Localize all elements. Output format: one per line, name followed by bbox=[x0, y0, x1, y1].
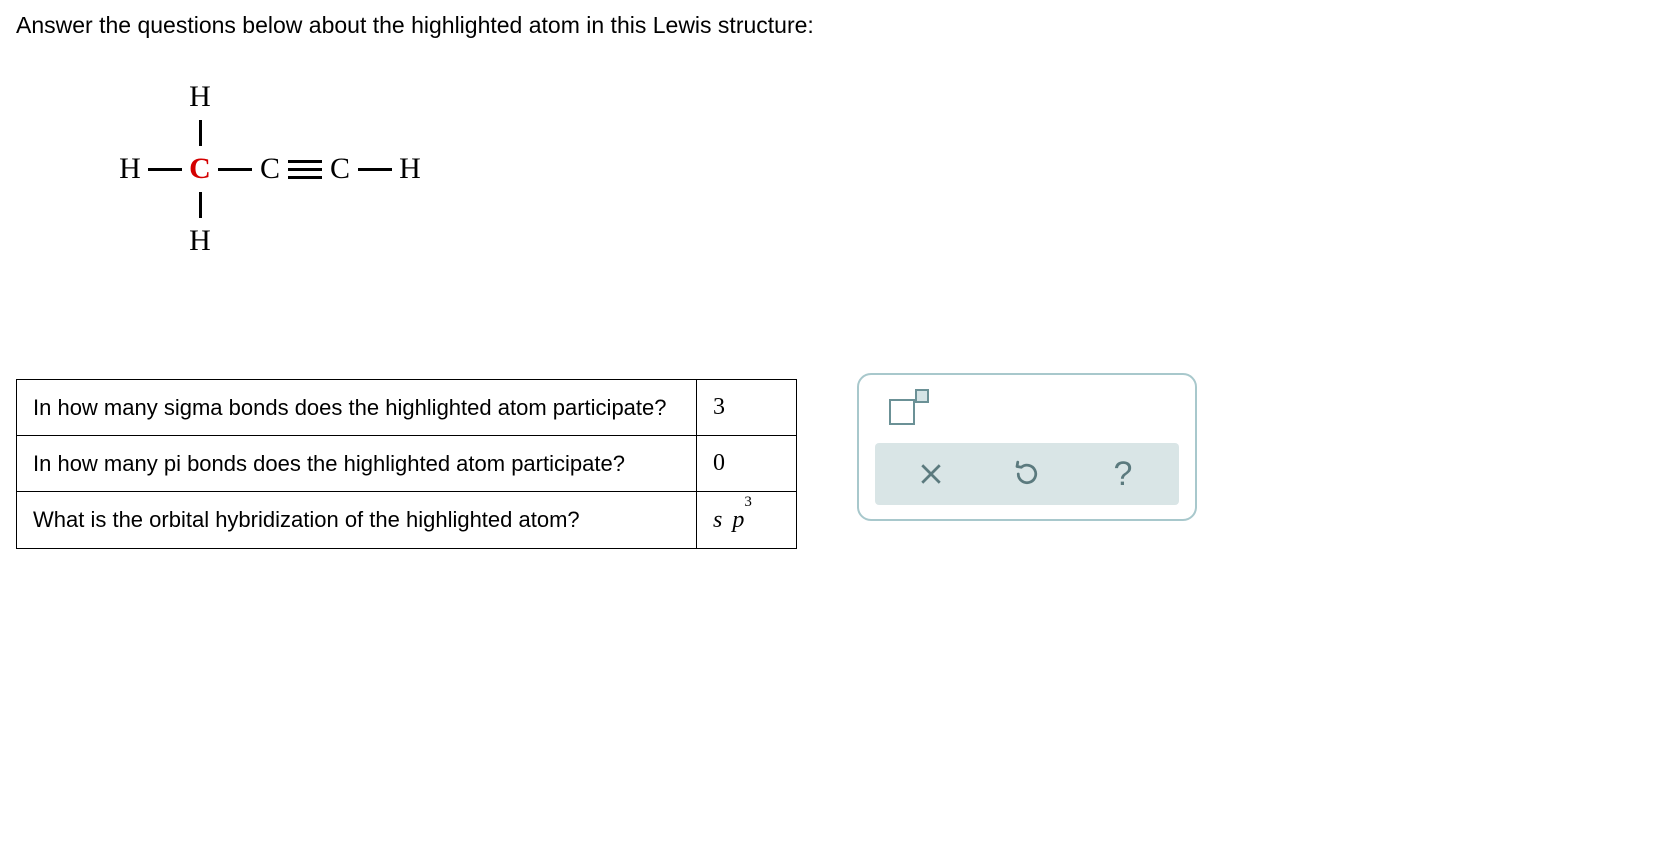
bond-single bbox=[354, 168, 396, 171]
answer-cell[interactable]: 0 bbox=[697, 436, 797, 492]
tool-row-format bbox=[875, 389, 1179, 425]
atom-c-right: C bbox=[326, 154, 354, 184]
help-button[interactable]: ? bbox=[1104, 455, 1142, 493]
hybridization-sup: 3 bbox=[744, 494, 754, 510]
question-prompt: Answer the questions below about the hig… bbox=[16, 12, 1654, 39]
undo-icon bbox=[1012, 459, 1042, 489]
atom-c-highlighted: C bbox=[186, 154, 214, 184]
answer-cell[interactable]: 3 bbox=[697, 380, 797, 436]
bond-single bbox=[144, 168, 186, 171]
bond-vertical bbox=[186, 115, 214, 151]
atom-h-right: H bbox=[396, 154, 424, 184]
tool-row-actions: ? bbox=[875, 443, 1179, 505]
table-row: What is the orbital hybridization of the… bbox=[17, 492, 797, 549]
atom-h-top: H bbox=[186, 82, 214, 112]
x-icon bbox=[916, 459, 946, 489]
atom-h-left: H bbox=[116, 154, 144, 184]
question-mark-icon: ? bbox=[1114, 455, 1133, 494]
clear-button[interactable] bbox=[912, 455, 950, 493]
lewis-structure: H H C C C H H bbox=[116, 79, 1654, 259]
tool-panel: ? bbox=[857, 373, 1197, 521]
table-row: In how many pi bonds does the highlighte… bbox=[17, 436, 797, 492]
question-cell: What is the orbital hybridization of the… bbox=[17, 492, 697, 549]
question-cell: In how many sigma bonds does the highlig… bbox=[17, 380, 697, 436]
atom-h-bottom: H bbox=[186, 226, 214, 256]
answer-table: In how many sigma bonds does the highlig… bbox=[16, 379, 797, 549]
answer-cell[interactable]: s p3 bbox=[697, 492, 797, 549]
bond-triple bbox=[284, 160, 326, 179]
hybridization-base: s p bbox=[713, 507, 746, 533]
reset-button[interactable] bbox=[1008, 455, 1046, 493]
table-row: In how many sigma bonds does the highlig… bbox=[17, 380, 797, 436]
atom-c-middle: C bbox=[256, 154, 284, 184]
superscript-tool-button[interactable] bbox=[889, 389, 933, 425]
question-cell: In how many pi bonds does the highlighte… bbox=[17, 436, 697, 492]
bond-single bbox=[214, 168, 256, 171]
bond-vertical bbox=[186, 187, 214, 223]
